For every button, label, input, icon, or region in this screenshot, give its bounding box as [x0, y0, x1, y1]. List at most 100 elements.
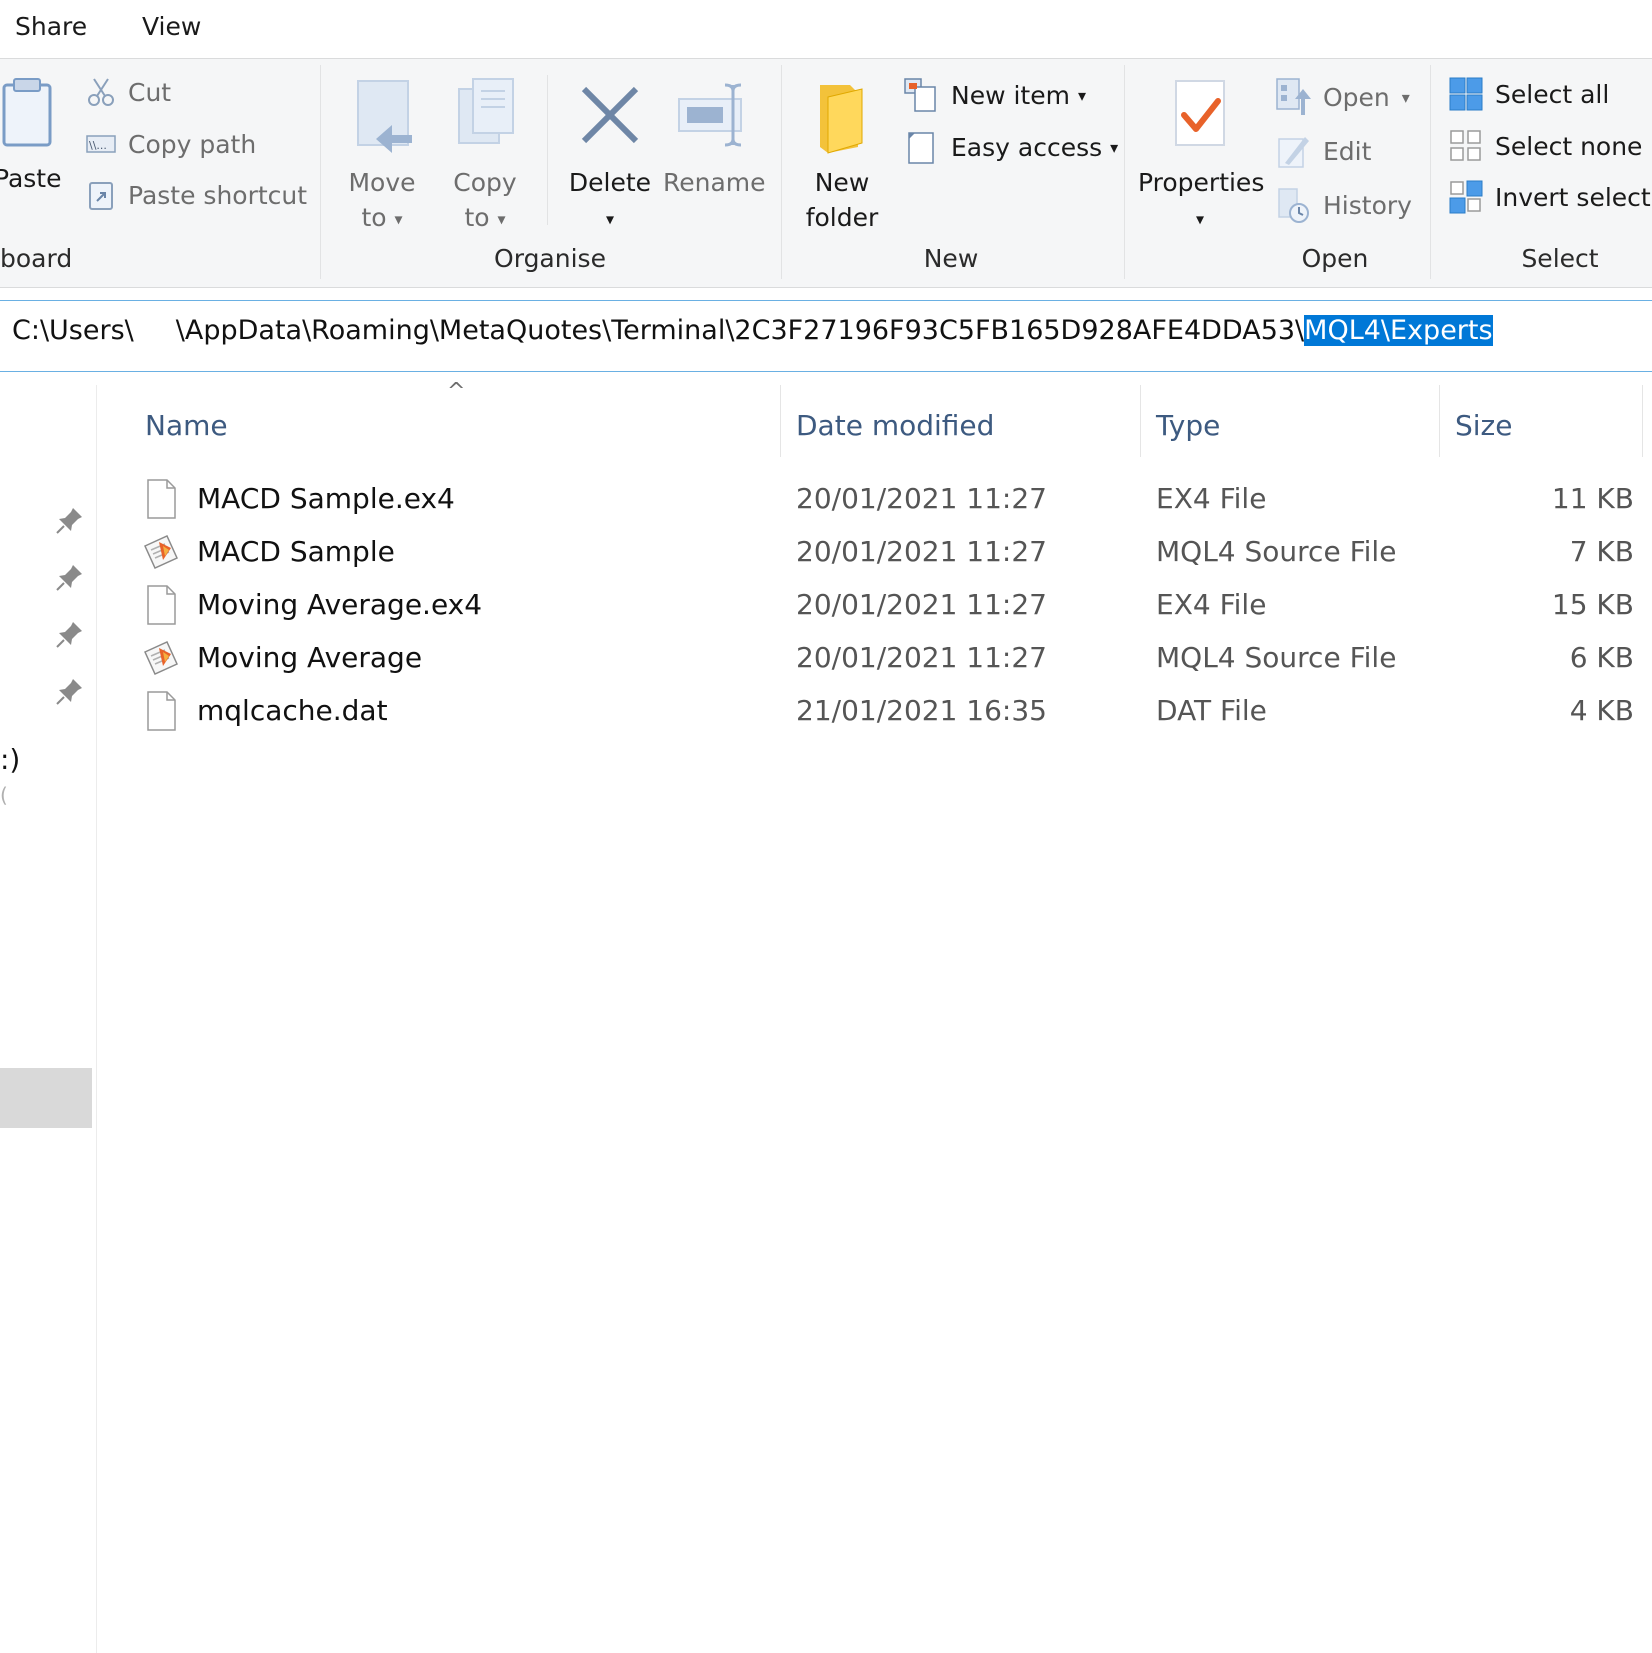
- paste-shortcut-button[interactable]: Paste shortcut: [86, 180, 307, 210]
- nav-item-selected[interactable]: [0, 1068, 92, 1128]
- sort-ascending-icon: ^: [447, 379, 466, 404]
- pin-icon[interactable]: [55, 505, 85, 535]
- invert-selection-button[interactable]: Invert selectic: [1449, 180, 1652, 214]
- file-name: MACD Sample.ex4: [197, 482, 455, 515]
- edit-button[interactable]: Edit: [1275, 133, 1371, 169]
- copy-to-label-2: to: [464, 203, 490, 232]
- address-path-text[interactable]: C:\Users\ \AppData\Roaming\MetaQuotes\Ter…: [12, 315, 1493, 346]
- pin-icon[interactable]: [55, 676, 85, 706]
- file-row[interactable]: mqlcache.dat 21/01/2021 16:35 DAT File 4…: [97, 687, 1652, 739]
- move-to-button[interactable]: Move to ▾: [342, 77, 422, 237]
- dropdown-caret-icon: ▾: [605, 209, 615, 229]
- delete-x-icon: [581, 86, 639, 144]
- ribbon: Paste Cut \\... Copy path Paste shortcut…: [0, 58, 1652, 288]
- paste-label: Paste: [0, 164, 62, 193]
- group-divider: [547, 75, 548, 225]
- column-divider[interactable]: [1439, 385, 1440, 457]
- column-header-size[interactable]: Size: [1455, 409, 1512, 442]
- new-folder-icon: [820, 85, 863, 154]
- file-date-modified: 20/01/2021 11:27: [796, 482, 1047, 515]
- file-name: MACD Sample: [197, 535, 395, 568]
- column-header-date-modified[interactable]: Date modified: [796, 409, 994, 442]
- ribbon-tab-bar: Share View: [0, 0, 1652, 58]
- file-row[interactable]: Moving Average 20/01/2021 11:27 MQL4 Sou…: [97, 634, 1652, 686]
- nav-item-fragment[interactable]: :): [0, 743, 20, 776]
- easy-access-label: Easy access: [951, 132, 1103, 162]
- file-date-modified: 20/01/2021 11:27: [796, 535, 1047, 568]
- new-folder-button[interactable]: New folder: [796, 77, 888, 235]
- blank-file-icon: [147, 585, 176, 625]
- move-to-label-1: Move: [348, 168, 416, 197]
- dropdown-caret-icon: ▾: [394, 209, 403, 229]
- dropdown-caret-icon: ▾: [1110, 137, 1119, 157]
- file-row[interactable]: MACD Sample.ex4 20/01/2021 11:27 EX4 Fil…: [97, 475, 1652, 527]
- file-row[interactable]: Moving Average.ex4 20/01/2021 11:27 EX4 …: [97, 581, 1652, 633]
- new-item-button[interactable]: New item ▾: [903, 77, 1086, 113]
- paste-button[interactable]: Paste: [0, 77, 62, 196]
- file-list: ^ Name Date modified Type Size MACD Samp…: [97, 379, 1652, 1653]
- copy-path-button[interactable]: \\... Copy path: [86, 129, 256, 159]
- column-header-type[interactable]: Type: [1156, 409, 1220, 442]
- delete-button[interactable]: Delete ▾: [565, 77, 655, 237]
- file-type: MQL4 Source File: [1156, 535, 1397, 568]
- file-explorer-window: Share View Paste Cut \\... Copy path Pas…: [0, 0, 1652, 1653]
- new-folder-label-1: New: [814, 168, 870, 197]
- group-divider: [1430, 65, 1431, 279]
- column-divider[interactable]: [1140, 385, 1141, 457]
- file-size: 11 KB: [1551, 482, 1634, 515]
- address-bar[interactable]: C:\Users\ \AppData\Roaming\MetaQuotes\Ter…: [0, 300, 1652, 372]
- nav-item-fragment[interactable]: (: [0, 783, 8, 807]
- pin-icon[interactable]: [55, 562, 85, 592]
- rename-button[interactable]: Rename: [663, 77, 766, 200]
- file-type: EX4 File: [1156, 588, 1267, 621]
- file-size: 15 KB: [1551, 588, 1634, 621]
- file-name: Moving Average: [197, 641, 423, 674]
- invert-selection-label: Invert selectic: [1495, 182, 1652, 212]
- file-size: 7 KB: [1569, 535, 1634, 568]
- select-none-button[interactable]: Select none: [1449, 129, 1642, 163]
- column-divider[interactable]: [1642, 385, 1643, 457]
- blank-file-icon: [147, 691, 176, 731]
- cut-label: Cut: [128, 77, 172, 107]
- file-type: MQL4 Source File: [1156, 641, 1397, 674]
- svg-text:\\...: \\...: [89, 139, 107, 152]
- select-all-label: Select all: [1495, 79, 1610, 109]
- dropdown-caret-icon: ▾: [1195, 209, 1205, 229]
- file-date-modified: 21/01/2021 16:35: [796, 694, 1047, 727]
- select-none-label: Select none: [1495, 131, 1643, 161]
- column-header-name[interactable]: Name: [145, 409, 228, 442]
- navigation-pane: :) (: [0, 385, 97, 1653]
- tab-share[interactable]: Share: [15, 12, 87, 41]
- select-all-button[interactable]: Select all: [1449, 77, 1609, 111]
- file-date-modified: 20/01/2021 11:27: [796, 588, 1047, 621]
- copy-to-button[interactable]: Copy to ▾: [445, 77, 525, 237]
- address-path-prefix: C:\Users\: [12, 315, 134, 346]
- cut-button[interactable]: Cut: [86, 77, 171, 107]
- file-size: 6 KB: [1569, 641, 1634, 674]
- rename-icon: [678, 83, 742, 147]
- new-item-icon: [904, 78, 936, 112]
- column-divider[interactable]: [780, 385, 781, 457]
- address-path-middle: \AppData\Roaming\MetaQuotes\Terminal\2C3…: [175, 315, 1305, 346]
- file-type: DAT File: [1156, 694, 1267, 727]
- properties-button[interactable]: Properties ▾: [1138, 77, 1264, 237]
- file-row[interactable]: MACD Sample 20/01/2021 11:27 MQL4 Source…: [97, 528, 1652, 580]
- pin-icon[interactable]: [55, 619, 85, 649]
- open-button[interactable]: Open ▾: [1275, 77, 1410, 117]
- select-group-label: Select: [1521, 244, 1599, 273]
- move-to-icon: [357, 80, 412, 153]
- new-item-label: New item: [951, 80, 1070, 110]
- history-button[interactable]: History: [1275, 187, 1412, 223]
- move-to-label-2: to: [361, 203, 387, 232]
- copy-to-label-1: Copy: [453, 168, 517, 197]
- mql4-source-icon: [144, 641, 178, 675]
- invert-selection-icon: [1449, 180, 1483, 214]
- easy-access-button[interactable]: Easy access ▾: [903, 129, 1118, 165]
- dropdown-caret-icon: ▾: [1401, 87, 1410, 107]
- file-name: mqlcache.dat: [197, 694, 388, 727]
- mql4-source-icon: [144, 535, 178, 569]
- tab-view[interactable]: View: [142, 12, 201, 41]
- new-folder-label-2: folder: [805, 203, 879, 232]
- file-type: EX4 File: [1156, 482, 1267, 515]
- history-label: History: [1323, 190, 1412, 220]
